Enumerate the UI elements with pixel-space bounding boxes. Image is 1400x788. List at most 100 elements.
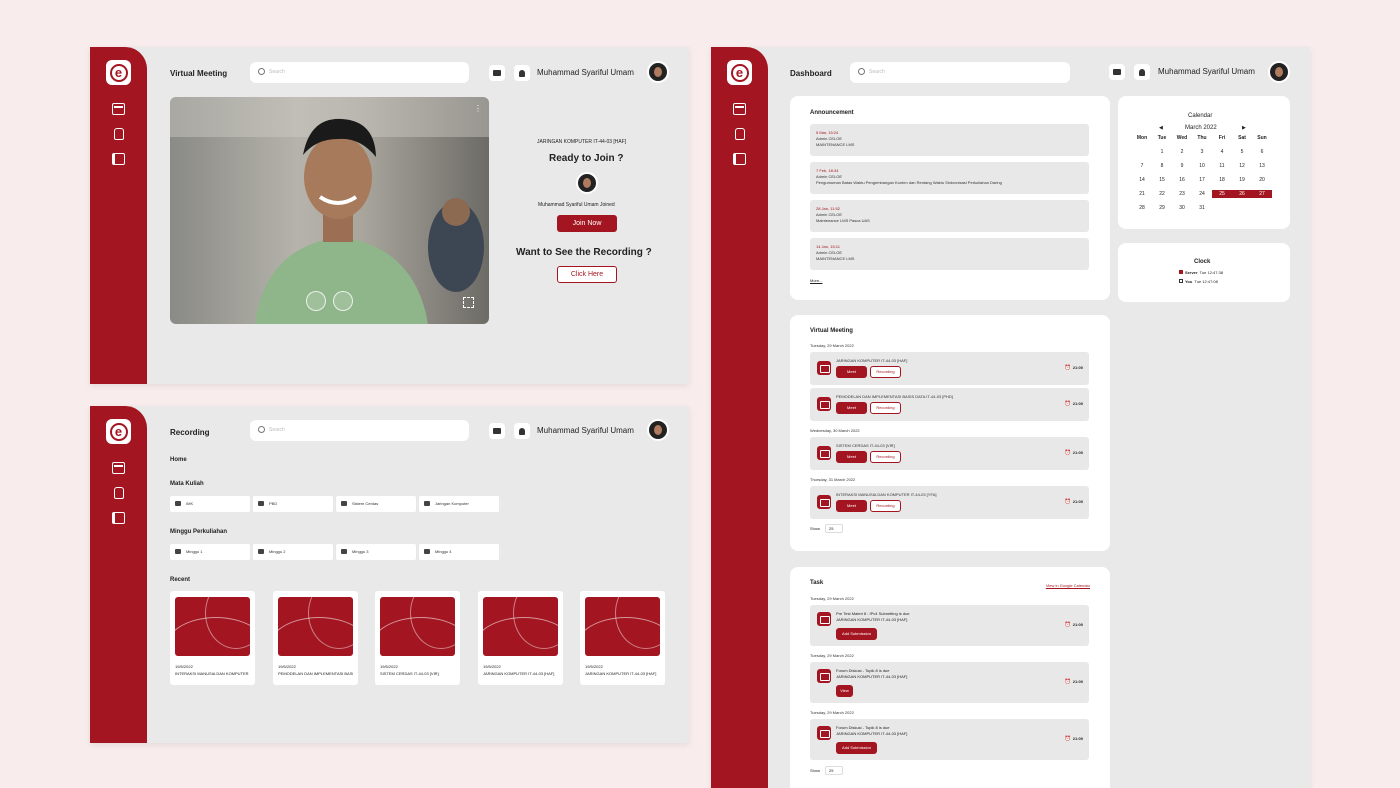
calendar-day[interactable]: 20 xyxy=(1252,176,1272,184)
calendar-day[interactable]: 19 xyxy=(1232,176,1252,184)
folder-item[interactable]: Minggu 2 xyxy=(253,544,333,560)
bell-icon[interactable] xyxy=(514,65,530,81)
folder-item[interactable]: Minggu 3 xyxy=(336,544,416,560)
dashboard-panel: e Dashboard Search Muhammad Syariful Uma… xyxy=(711,47,1310,788)
fullscreen-icon[interactable] xyxy=(463,297,474,308)
join-now-button[interactable]: Join Now xyxy=(557,215,617,232)
chat-icon[interactable] xyxy=(489,65,505,81)
book-icon[interactable] xyxy=(112,512,125,524)
chat-icon[interactable] xyxy=(1109,64,1125,80)
folder-item[interactable]: PBD xyxy=(253,496,333,512)
microphone-icon[interactable] xyxy=(306,291,326,311)
video-camera-icon[interactable] xyxy=(333,291,353,311)
calendar-icon[interactable] xyxy=(112,103,125,115)
calendar-day[interactable]: 18 xyxy=(1212,176,1232,184)
bell-icon[interactable] xyxy=(1134,64,1150,80)
click-here-button[interactable]: Click Here xyxy=(557,266,617,283)
calendar-day[interactable]: 15 xyxy=(1152,176,1172,184)
next-month-button[interactable]: ▶ xyxy=(1242,125,1246,131)
calendar-day[interactable]: 10 xyxy=(1192,162,1212,170)
logo[interactable]: e xyxy=(106,419,131,444)
calendar-day[interactable]: 6 xyxy=(1252,148,1272,156)
folder-item[interactable]: Jaringan Komputer xyxy=(419,496,499,512)
more-link[interactable]: More... xyxy=(810,278,822,283)
meet-button[interactable]: Meet xyxy=(836,451,867,463)
recording-card[interactable]: 19/5/2022 SISTEM CERDAS IT-44-03 [VIR] xyxy=(375,591,460,685)
announcement-card: Announcement 5 Mar, 15:24 Admin CELOE MA… xyxy=(790,96,1110,300)
calendar-day[interactable]: 21 xyxy=(1132,190,1152,198)
calendar-day[interactable]: 30 xyxy=(1172,204,1192,212)
avatar[interactable] xyxy=(647,419,669,441)
calendar-day[interactable]: 5 xyxy=(1232,148,1252,156)
announcement-item[interactable]: 7 Feb, 18:34 Admin CELOE Pengumuman Bata… xyxy=(810,162,1089,194)
search-input[interactable]: Search xyxy=(850,62,1070,83)
logo[interactable]: e xyxy=(106,60,131,85)
calendar-day[interactable]: 16 xyxy=(1172,176,1192,184)
lock-icon[interactable] xyxy=(114,487,124,499)
search-input[interactable]: Search xyxy=(250,62,469,83)
recording-date: 19/5/2022 xyxy=(380,664,398,669)
calendar-day[interactable]: 4 xyxy=(1212,148,1232,156)
recording-button[interactable]: Recording xyxy=(870,366,901,378)
avatar[interactable] xyxy=(647,61,669,83)
folder-item[interactable]: Minggu 1 xyxy=(170,544,250,560)
folder-item[interactable]: Sistem Cerdas xyxy=(336,496,416,512)
folder-item[interactable]: IMK xyxy=(170,496,250,512)
announcement-item[interactable]: 28 Jan, 11:52 Admin CELOE Maintenance LM… xyxy=(810,200,1089,232)
calendar-day[interactable]: 11 xyxy=(1212,162,1232,170)
calendar-day[interactable]: 22 xyxy=(1152,190,1172,198)
calendar-day[interactable]: 3 xyxy=(1192,148,1212,156)
calendar-day[interactable]: 25 xyxy=(1212,190,1232,198)
calendar-day[interactable]: 31 xyxy=(1192,204,1212,212)
calendar-day[interactable]: 1 xyxy=(1152,148,1172,156)
calendar-day[interactable]: 29 xyxy=(1152,204,1172,212)
avatar[interactable] xyxy=(1268,61,1290,83)
prev-month-button[interactable]: ◀ xyxy=(1159,125,1163,131)
calendar-icon[interactable] xyxy=(112,462,125,474)
more-options-icon[interactable]: ⋮ xyxy=(474,105,482,117)
lock-icon[interactable] xyxy=(735,128,745,140)
recording-button[interactable]: Recording xyxy=(870,402,901,414)
calendar-day[interactable]: 24 xyxy=(1192,190,1212,198)
chat-icon[interactable] xyxy=(489,423,505,439)
breadcrumb[interactable]: Home xyxy=(170,457,187,463)
show-count-select[interactable]: 25 xyxy=(825,524,844,533)
google-calendar-link[interactable]: View in Google Calendar xyxy=(1046,583,1090,588)
announcement-item[interactable]: 5 Mar, 15:24 Admin CELOE MAINTENANCE LMS xyxy=(810,124,1089,156)
folder-item[interactable]: Minggu 4 xyxy=(419,544,499,560)
calendar-icon[interactable] xyxy=(733,103,746,115)
calendar-day[interactable]: 8 xyxy=(1152,162,1172,170)
recording-card[interactable]: 19/5/2022 PEMODELAN DAN IMPLEMENTASI BAS… xyxy=(273,591,358,685)
calendar-day[interactable]: 7 xyxy=(1132,162,1152,170)
recording-button[interactable]: Recording xyxy=(870,451,901,463)
book-icon[interactable] xyxy=(733,153,746,165)
add-submission-button[interactable]: Add Submission xyxy=(836,742,877,754)
logo[interactable]: e xyxy=(727,60,752,85)
recording-card[interactable]: 19/5/2022 JARINGAN KOMPUTER IT-44-03 [HA… xyxy=(580,591,665,685)
bell-icon[interactable] xyxy=(514,423,530,439)
show-count-select[interactable]: 25 xyxy=(825,766,844,775)
calendar-day[interactable]: 13 xyxy=(1252,162,1272,170)
lock-icon[interactable] xyxy=(114,128,124,140)
calendar-day[interactable]: 2 xyxy=(1172,148,1192,156)
calendar-day[interactable]: 23 xyxy=(1172,190,1192,198)
book-icon[interactable] xyxy=(112,153,125,165)
recording-card[interactable]: 19/5/2022 JARINGAN KOMPUTER IT-44-03 [HA… xyxy=(478,591,563,685)
meet-button[interactable]: Meet xyxy=(836,500,867,512)
calendar-day[interactable]: 28 xyxy=(1132,204,1152,212)
add-submission-button[interactable]: Add Submission xyxy=(836,628,877,640)
meet-button[interactable]: Meet xyxy=(836,402,867,414)
recording-button[interactable]: Recording xyxy=(870,500,901,512)
calendar-day[interactable]: 26 xyxy=(1232,190,1252,198)
recording-card[interactable]: 19/5/2022 INTERAKSI MANUSIA DAN KOMPUTER xyxy=(170,591,255,685)
view-button[interactable]: View xyxy=(836,685,853,697)
calendar-day[interactable]: 9 xyxy=(1172,162,1192,170)
search-input[interactable]: Search xyxy=(250,420,469,441)
announcement-item[interactable]: 14 Jan, 15:11 Admin CELOE MAINTENANCE LM… xyxy=(810,238,1089,270)
calendar-card: Calendar ◀ March 2022 ▶ Mon Tue Wed Thu Fri S… xyxy=(1118,96,1290,229)
calendar-day[interactable]: 14 xyxy=(1132,176,1152,184)
calendar-day[interactable]: 12 xyxy=(1232,162,1252,170)
calendar-day[interactable]: 17 xyxy=(1192,176,1212,184)
calendar-day[interactable]: 27 xyxy=(1252,190,1272,198)
meet-button[interactable]: Meet xyxy=(836,366,867,378)
